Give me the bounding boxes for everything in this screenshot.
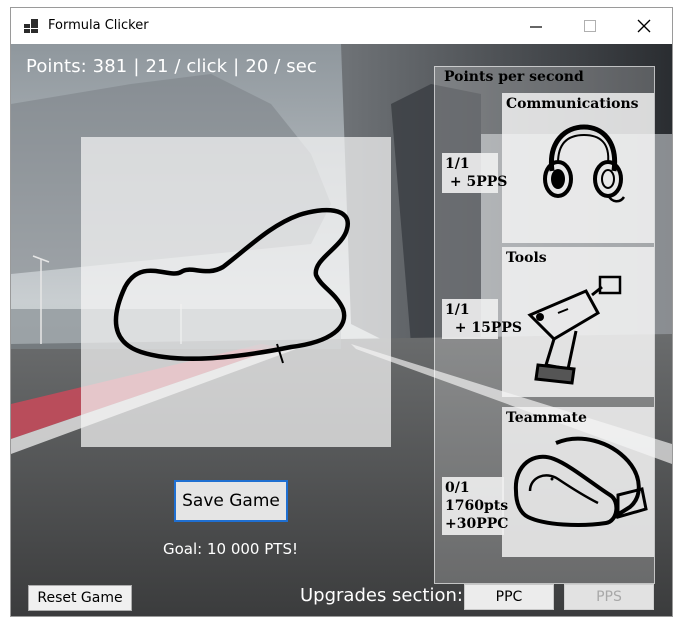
- upgrade-info-tools: 1/1 + 15PPS: [442, 299, 522, 339]
- per-click-value: 21 / click: [145, 56, 228, 77]
- upgrade-name: Tools: [506, 250, 547, 266]
- points-per-second-panel: Points per second Communications 1/1 + 5…: [434, 66, 655, 584]
- maximize-button[interactable]: [567, 8, 613, 44]
- minimize-button[interactable]: [513, 8, 559, 44]
- upgrade-effect: + 15PPS: [454, 320, 523, 336]
- per-sec-value: 20 / sec: [245, 56, 317, 77]
- upgrade-info-teammate: 0/1 1760pts +30PPC: [442, 477, 508, 535]
- reset-game-button[interactable]: Reset Game: [28, 585, 132, 611]
- owned-count: 1/1: [445, 302, 470, 318]
- upgrade-effect: + 5PPS: [449, 174, 508, 190]
- panel-title: Points per second: [444, 69, 584, 85]
- gloves-icon: [513, 436, 648, 527]
- separator: |: [133, 56, 140, 77]
- drill-icon: [527, 275, 622, 385]
- app-icon: [24, 19, 38, 33]
- upgrade-card-communications[interactable]: Communications: [502, 93, 654, 243]
- race-track-icon: [113, 207, 350, 364]
- tab-ppc[interactable]: PPC: [464, 584, 554, 610]
- upgrade-card-teammate[interactable]: Teammate: [502, 407, 654, 557]
- points-value: Points: 381: [26, 56, 128, 77]
- upgrades-section-label: Upgrades section:: [300, 585, 463, 606]
- upgrade-cost: 1760pts: [445, 498, 509, 514]
- game-area: Points: 381 | 21 / click | 20 / sec Save Gam…: [11, 44, 672, 616]
- maximize-icon: [584, 20, 596, 32]
- tab-pps[interactable]: PPS: [564, 584, 654, 610]
- owned-count: 1/1: [445, 156, 470, 172]
- score-readout: Points: 381 | 21 / click | 20 / sec: [26, 56, 317, 77]
- window-title: Formula Clicker: [48, 18, 149, 33]
- title-bar[interactable]: Formula Clicker: [11, 8, 672, 44]
- upgrade-card-tools[interactable]: Tools: [502, 247, 654, 397]
- close-icon: [637, 19, 651, 33]
- minimize-icon: [530, 26, 542, 28]
- upgrade-name: Communications: [506, 96, 639, 112]
- upgrade-name: Teammate: [506, 410, 587, 426]
- owned-count: 0/1: [445, 480, 470, 496]
- goal-text: Goal: 10 000 PTS!: [163, 540, 298, 558]
- headset-icon: [543, 124, 626, 203]
- separator: |: [233, 56, 240, 77]
- upgrade-info-communications: 1/1 + 5PPS: [442, 153, 507, 193]
- upgrade-effect: +30PPC: [445, 516, 509, 532]
- save-game-button[interactable]: Save Game: [174, 480, 288, 522]
- track-clicker[interactable]: [81, 137, 391, 447]
- close-button[interactable]: [621, 8, 667, 44]
- game-window: Formula Clicker Points: 381 | 21 / click…: [10, 7, 673, 617]
